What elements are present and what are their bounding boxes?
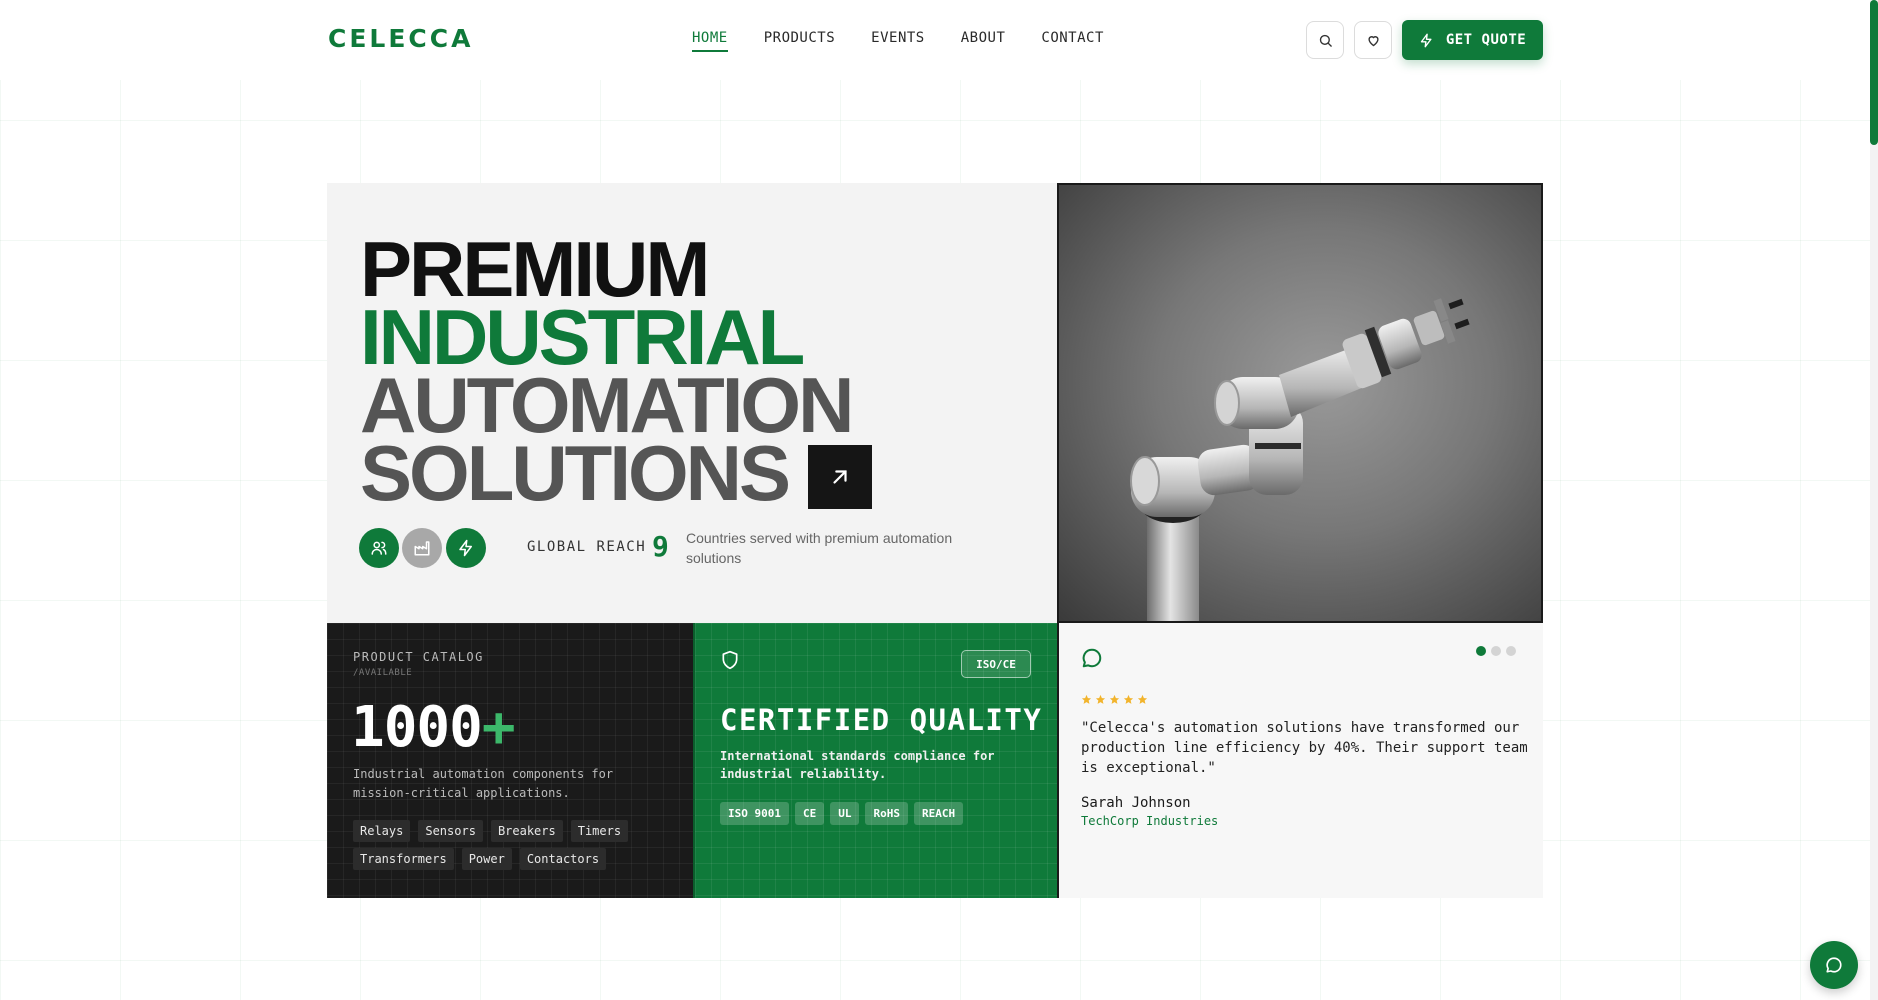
cert-ce: CE	[794, 802, 825, 825]
bolt-icon	[1420, 33, 1432, 47]
chat-widget-button[interactable]	[1810, 941, 1858, 989]
catalog-count-suffix: +	[481, 695, 516, 760]
tag-sensors[interactable]: Sensors	[418, 820, 483, 842]
certification-tags: ISO 9001 CE UL RoHS REACH	[720, 802, 964, 825]
testimonial-card: "Celecca's automation solutions have tra…	[1057, 623, 1543, 898]
robotic-arm-illustration	[1130, 298, 1470, 621]
wishlist-button[interactable]	[1354, 21, 1392, 59]
carousel-dot-3[interactable]	[1506, 646, 1516, 656]
feature-users[interactable]	[359, 528, 399, 568]
nav-home[interactable]: HOME	[692, 30, 728, 52]
product-catalog-card[interactable]: PRODUCT CATALOG /AVAILABLE 1000+ Industr…	[327, 623, 693, 898]
star-icon	[1123, 694, 1134, 704]
catalog-sublabel: /AVAILABLE	[353, 668, 413, 678]
tag-breakers[interactable]: Breakers	[490, 820, 563, 842]
arrow-up-right-icon	[833, 470, 847, 484]
tag-power[interactable]: Power	[461, 848, 512, 870]
nav-events[interactable]: EVENTS	[871, 30, 925, 52]
tag-transformers[interactable]: Transformers	[353, 848, 454, 870]
search-icon	[1319, 34, 1332, 47]
certified-quality-title: CERTIFIED QUALITY	[720, 703, 1043, 737]
hero-arrow-button[interactable]	[808, 445, 872, 509]
star-icon	[1137, 694, 1148, 704]
testimonial-quote: "Celecca's automation solutions have tra…	[1081, 720, 1528, 776]
tag-timers[interactable]: Timers	[570, 820, 629, 842]
global-reach-label: GLOBAL REACH	[527, 539, 647, 555]
feature-factory[interactable]	[402, 528, 442, 568]
rating-stars	[1081, 694, 1148, 705]
nav-products[interactable]: PRODUCTS	[764, 30, 835, 52]
star-icon	[1109, 694, 1120, 704]
catalog-count-value: 1000	[351, 695, 483, 760]
get-quote-button[interactable]: GET QUOTE	[1402, 20, 1543, 60]
bolt-icon	[459, 539, 472, 557]
catalog-label: PRODUCT CATALOG	[353, 650, 484, 664]
hero-headline: PREMIUM INDUSTRIAL AUTOMATION SOLUTIONS	[360, 230, 854, 517]
search-button[interactable]	[1306, 21, 1344, 59]
carousel-dot-2[interactable]	[1491, 646, 1501, 656]
tag-contactors[interactable]: Contactors	[519, 848, 607, 870]
chat-icon	[1826, 957, 1842, 973]
nav-about[interactable]: ABOUT	[961, 30, 1006, 52]
catalog-description: Industrial automation components for mis…	[353, 767, 614, 800]
cert-iso-9001: ISO 9001	[720, 802, 789, 825]
catalog-tags: Relays Sensors Breakers Timers Transform…	[353, 820, 673, 870]
factory-icon	[414, 541, 430, 556]
star-icon	[1095, 694, 1106, 704]
global-reach-description: Countries served with premium automation…	[686, 530, 953, 566]
certified-quality-card: ISO/CE CERTIFIED QUALITY International s…	[693, 623, 1057, 898]
cert-rohs: RoHS	[865, 802, 908, 825]
global-reach-number: 9	[652, 530, 669, 563]
testimonial-carousel-dots	[1476, 646, 1516, 656]
scrollbar-track[interactable]	[1870, 0, 1878, 1000]
site-header: CELECCA HOME PRODUCTS EVENTS ABOUT CONTA…	[0, 0, 1878, 80]
tag-relays[interactable]: Relays	[353, 820, 411, 842]
iso-ce-badge: ISO/CE	[961, 650, 1031, 678]
brand-logo[interactable]: CELECCA	[328, 24, 473, 53]
catalog-count: 1000+	[351, 695, 516, 760]
get-quote-label: GET QUOTE	[1445, 32, 1527, 48]
main-nav: HOME PRODUCTS EVENTS ABOUT CONTACT	[692, 30, 1140, 52]
nav-contact[interactable]: CONTACT	[1041, 30, 1104, 52]
headline-line-4: SOLUTIONS	[360, 429, 791, 517]
shield-icon	[722, 650, 738, 670]
testimonial-author: Sarah Johnson	[1081, 795, 1191, 811]
users-icon	[371, 541, 387, 555]
cert-ul: UL	[830, 802, 860, 825]
testimonial-company: TechCorp Industries	[1081, 814, 1219, 828]
feature-power[interactable]	[446, 528, 486, 568]
carousel-dot-1[interactable]	[1476, 646, 1486, 656]
heart-icon	[1367, 35, 1379, 46]
chat-bubble-icon	[1082, 648, 1102, 668]
certified-quality-description: International standards compliance for i…	[720, 749, 995, 781]
hero-panel: PREMIUM INDUSTRIAL AUTOMATION SOLUTIONS …	[327, 183, 1057, 623]
star-icon	[1081, 694, 1092, 704]
scrollbar-thumb[interactable]	[1870, 0, 1878, 145]
cert-reach: REACH	[913, 802, 964, 825]
hero-image	[1057, 183, 1543, 623]
